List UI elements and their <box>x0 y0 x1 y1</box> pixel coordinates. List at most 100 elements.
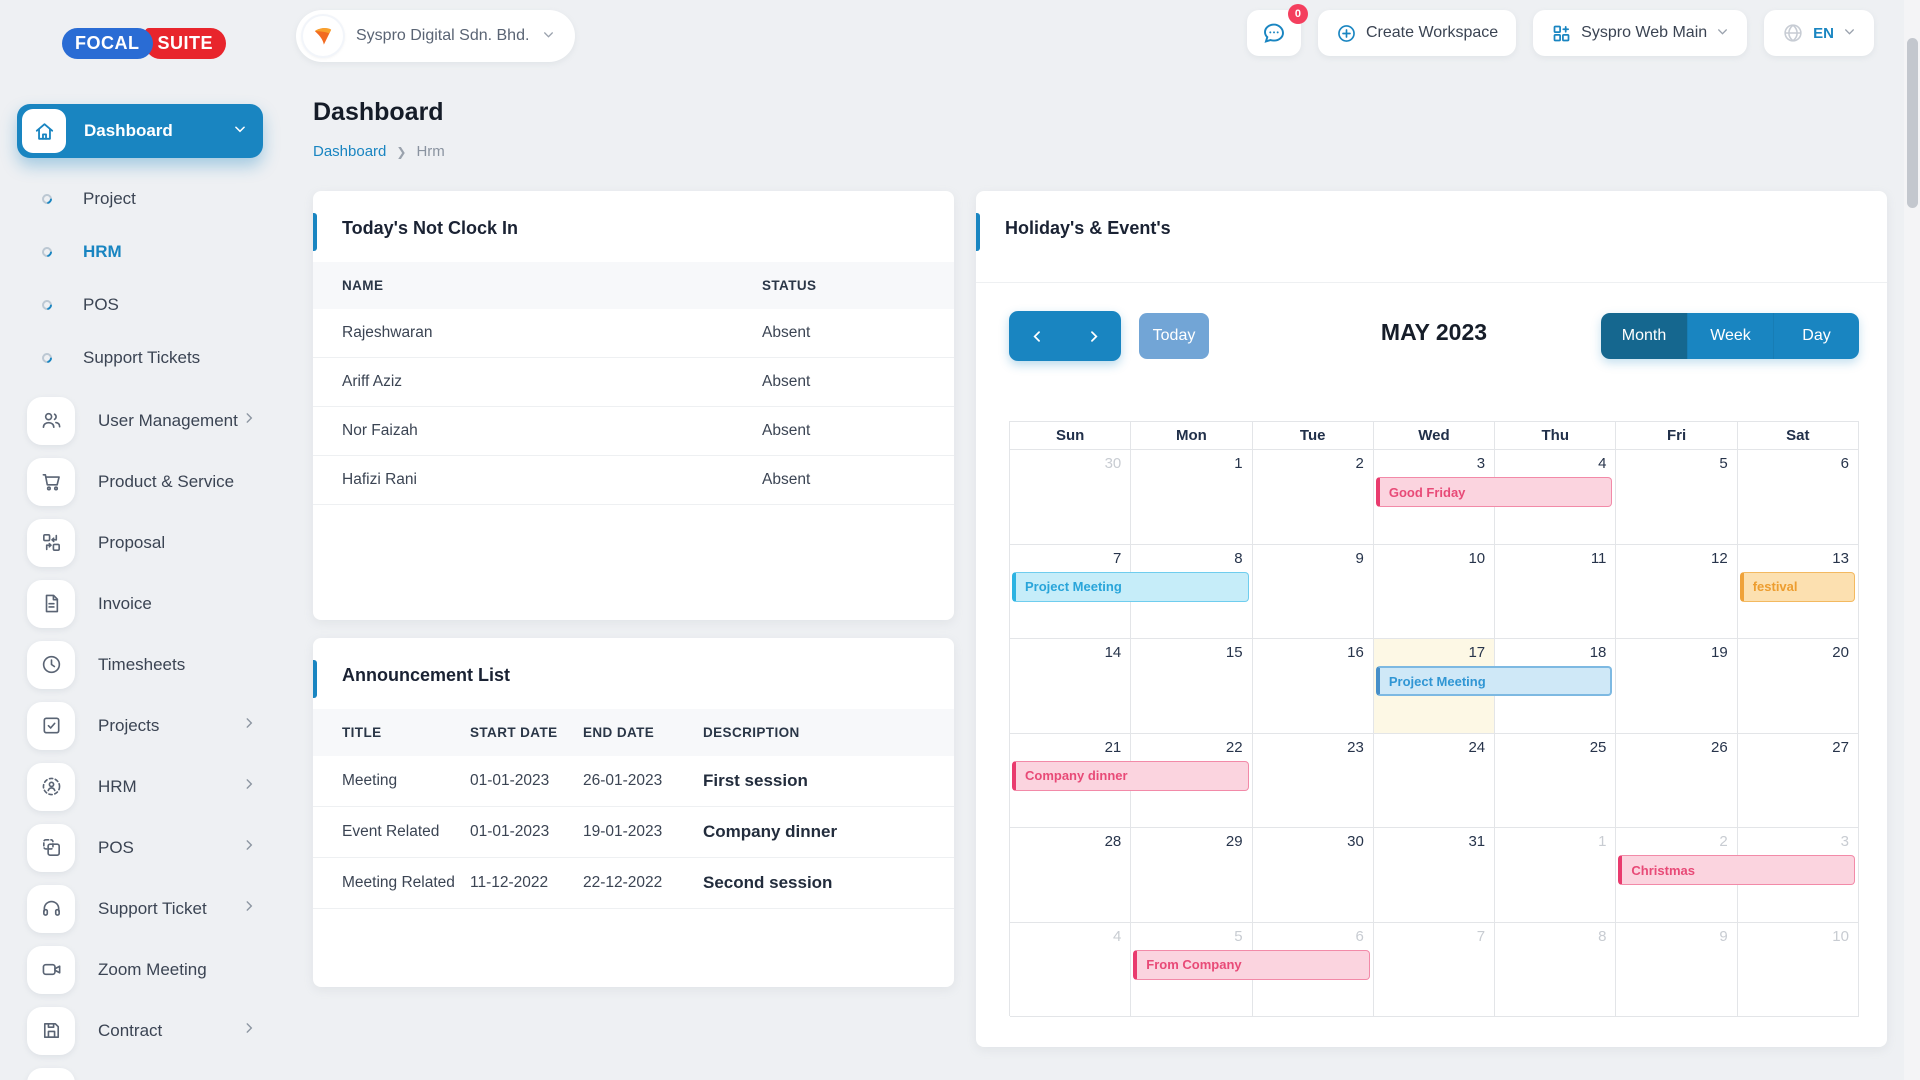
create-workspace-label: Create Workspace <box>1365 24 1499 41</box>
scrollbar-thumb[interactable] <box>1907 38 1918 208</box>
calendar-day-cell[interactable]: 8 <box>1495 922 1617 1017</box>
calendar-day-cell[interactable]: 26 <box>1616 733 1738 828</box>
workspace-selector[interactable]: Syspro Digital Sdn. Bhd. <box>296 10 576 62</box>
chat-badge: 0 <box>1287 4 1308 24</box>
calendar-event-from-company[interactable]: From Company <box>1133 949 1370 980</box>
language-label: EN <box>1813 24 1834 42</box>
sidebar-item-messenger[interactable]: Messenger <box>0 1061 280 1080</box>
view-button-day[interactable]: Day <box>1773 313 1859 359</box>
calendar-day-cell[interactable]: 31 <box>1373 828 1496 923</box>
sidebar-subitem-project[interactable]: Project <box>0 172 280 225</box>
invoice-icon <box>27 579 75 628</box>
calendar-day-cell[interactable]: 9 <box>1616 922 1738 1017</box>
calendar-day-cell[interactable]: 1 <box>1131 450 1253 545</box>
calendar-day-cell[interactable]: 25 <box>1495 733 1617 828</box>
calendar-day-cell[interactable]: 20 <box>1737 639 1859 734</box>
sidebar-subitem-hrm[interactable]: HRM <box>0 225 280 278</box>
create-workspace-button[interactable]: Create Workspace <box>1317 10 1517 56</box>
web-main-selector[interactable]: Syspro Web Main <box>1533 10 1748 56</box>
bullet-icon <box>39 350 55 365</box>
day-number: 6 <box>1840 455 1849 472</box>
calendar-day-cell[interactable]: 24 <box>1373 733 1496 828</box>
calendar-event-project-meeting[interactable]: Project Meeting <box>1012 571 1249 602</box>
web-main-label: Syspro Web Main <box>1581 24 1708 41</box>
pos-icon <box>27 823 75 872</box>
calendar-day-cell[interactable]: 28 <box>1010 828 1132 923</box>
day-number: 9 <box>1719 927 1728 945</box>
calendar-event-festival[interactable]: festival <box>1739 571 1855 602</box>
sidebar-item-dashboard[interactable]: Dashboard <box>17 104 263 158</box>
chat-button[interactable]: 0 <box>1246 4 1308 56</box>
calendar-week-row: 4 5 6 7 8 9 10 From Company <box>1010 922 1859 1017</box>
sidebar-item-contract[interactable]: Contract <box>0 1000 280 1061</box>
calendar-day-cell[interactable]: 2 <box>1252 450 1374 545</box>
calendar-day-cell[interactable]: 30 <box>1010 450 1132 545</box>
day-header-wed: Wed <box>1373 422 1496 450</box>
page-scrollbar[interactable] <box>1904 0 1920 1080</box>
day-header-thu: Thu <box>1495 422 1617 450</box>
calendar-day-cell[interactable]: 23 <box>1252 733 1374 828</box>
calendar-day-cell[interactable]: 11 <box>1495 544 1617 639</box>
sidebar-item-user-management[interactable]: User Management <box>0 390 280 451</box>
calendar-day-cell[interactable]: 16 <box>1252 639 1374 734</box>
day-number: 21 <box>1104 738 1122 756</box>
table-cell: Event Related <box>313 806 470 858</box>
sidebar-item-support-ticket[interactable]: Support Ticket <box>0 878 280 939</box>
sidebar-subitem-pos[interactable]: POS <box>0 278 280 331</box>
proposal-icon <box>27 518 75 567</box>
sidebar-item-timesheets[interactable]: Timesheets <box>0 634 280 695</box>
table-cell: Absent <box>762 406 954 456</box>
calendar-event-christmas[interactable]: Christmas <box>1618 855 1855 885</box>
grid-plus-icon <box>1553 25 1570 41</box>
sidebar-item-projects[interactable]: Projects <box>0 695 280 756</box>
calendar-day-cell[interactable]: 30 <box>1252 828 1374 923</box>
language-selector[interactable]: EN <box>1764 10 1874 56</box>
sidebar-item-label: Support Ticket <box>98 898 207 918</box>
table-cell: Meeting Related <box>313 857 470 909</box>
sidebar-subitem-support-tickets[interactable]: Support Tickets <box>0 331 280 384</box>
day-number: 13 <box>1832 549 1849 567</box>
table-cell: First session <box>703 756 954 807</box>
column-header-end-date: END DATE <box>583 725 655 740</box>
sidebar-item-zoom-meeting[interactable]: Zoom Meeting <box>0 939 280 1000</box>
calendar-day-cell[interactable]: 6 <box>1737 450 1859 545</box>
workspace-logo-icon <box>303 16 343 56</box>
calendar-event-good-friday[interactable]: Good Friday <box>1375 477 1613 507</box>
view-button-month[interactable]: Month <box>1601 313 1687 359</box>
calendar-day-cell[interactable]: 10 <box>1737 922 1859 1017</box>
calendar-day-cell[interactable]: 9 <box>1252 544 1374 639</box>
table-cell: Company dinner <box>703 806 954 858</box>
calendar-day-cell[interactable]: 27 <box>1737 733 1859 828</box>
calendar-day-cell[interactable]: 5 <box>1616 450 1738 545</box>
calendar-day-cell[interactable]: 12 <box>1616 544 1738 639</box>
calendar-event-company-dinner[interactable]: Company dinner <box>1012 760 1249 791</box>
calendar-day-cell[interactable]: 19 <box>1616 639 1738 734</box>
breadcrumb-dashboard-link[interactable]: Dashboard <box>313 143 386 160</box>
day-number: 4 <box>1112 927 1122 945</box>
day-number: 28 <box>1104 833 1122 850</box>
calendar-day-cell[interactable]: 1 <box>1495 828 1617 923</box>
sidebar-item-product-service[interactable]: Product & Service <box>0 451 280 512</box>
sidebar-item-proposal[interactable]: Proposal <box>0 512 280 573</box>
breadcrumb-current: Hrm <box>416 143 445 160</box>
day-number: 10 <box>1832 927 1849 945</box>
chevron-down-icon <box>542 28 555 44</box>
workspace-name: Syspro Digital Sdn. Bhd. <box>356 27 530 44</box>
calendar-day-cell[interactable]: 4 <box>1010 922 1132 1017</box>
calendar-event-project-meeting[interactable]: Project Meeting <box>1375 666 1613 696</box>
card-accent-bar <box>313 213 317 251</box>
logo-focal: FOCAL <box>62 28 153 59</box>
day-number: 5 <box>1234 927 1243 945</box>
calendar-day-cell[interactable]: 10 <box>1373 544 1496 639</box>
sidebar-item-invoice[interactable]: Invoice <box>0 573 280 634</box>
calendar-day-cell[interactable]: 14 <box>1010 639 1132 734</box>
sidebar-item-pos[interactable]: POS <box>0 817 280 878</box>
sidebar-item-hrm[interactable]: HRM <box>0 756 280 817</box>
calendar-day-cell[interactable]: 7 <box>1373 922 1496 1017</box>
chevron-right-icon <box>242 716 256 735</box>
column-header-status: STATUS <box>762 278 817 293</box>
view-button-week[interactable]: Week <box>1687 313 1773 359</box>
table-cell: Hafizi Rani <box>313 455 762 505</box>
calendar-day-cell[interactable]: 15 <box>1131 639 1253 734</box>
calendar-day-cell[interactable]: 29 <box>1131 828 1253 923</box>
